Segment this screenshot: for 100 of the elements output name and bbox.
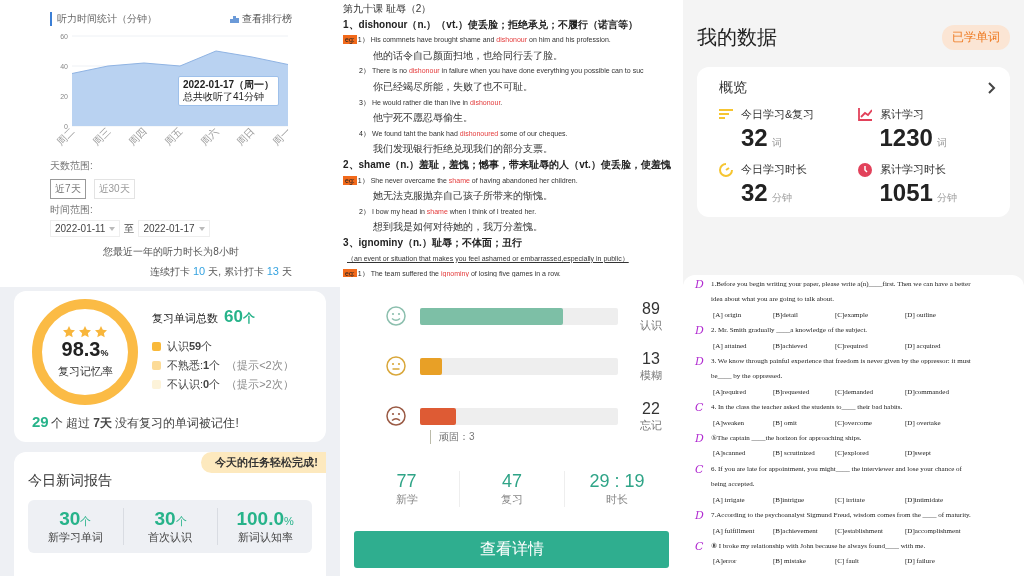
total-count: 60个 bbox=[224, 307, 255, 327]
total-label: 新学 bbox=[395, 492, 418, 507]
start-date-field[interactable]: 2022-01-11 bbox=[50, 220, 121, 237]
recall-count: 22 bbox=[642, 399, 660, 418]
example-translation: 她无法克服抛弃自己孩子所带来的惭愧。 bbox=[372, 189, 554, 204]
memory-rate-label: 复习记忆率 bbox=[57, 363, 113, 379]
sad-face-icon bbox=[386, 406, 406, 426]
handwritten-answer: C bbox=[695, 538, 705, 555]
handwritten-answer: D bbox=[695, 508, 705, 524]
recall-count: 89 bbox=[642, 299, 660, 318]
listening-summary: 您最近一年的听力时长为8小时 bbox=[102, 245, 240, 259]
legend-label: 不熟悉:1个 bbox=[167, 358, 221, 373]
chevron-right-icon[interactable] bbox=[988, 82, 996, 94]
ranking-link[interactable]: 查看排行榜 bbox=[230, 12, 292, 26]
legend-label: 不认识:0个 bbox=[167, 377, 221, 392]
stat-label: 累计学习 bbox=[879, 107, 924, 122]
task-badge: 今天的任务轻松完成! bbox=[201, 452, 326, 473]
retained-count: 29 bbox=[32, 413, 49, 430]
stat-label: 首次认识 bbox=[148, 530, 193, 545]
total-value: 47 bbox=[502, 471, 522, 492]
axis-label: 周一 bbox=[270, 125, 292, 148]
legend-hint: （提示<2次） bbox=[226, 358, 294, 373]
total-value: 29 : 19 bbox=[589, 471, 645, 492]
recall-label: 忘记 bbox=[640, 417, 662, 433]
axis-label: 周五 bbox=[162, 125, 185, 148]
handwritten-answer: D bbox=[695, 323, 705, 339]
gauge-icon bbox=[719, 162, 733, 177]
streak-text: 天 bbox=[282, 265, 292, 279]
field-label: 时间范围: bbox=[50, 203, 94, 217]
clock-icon bbox=[857, 162, 872, 177]
example-translation: 他宁死不愿忍辱偷生。 bbox=[372, 111, 474, 126]
podium-icon bbox=[230, 15, 239, 23]
stat-value: 32 bbox=[741, 124, 768, 152]
legend-hint: （提示>2次） bbox=[226, 377, 294, 392]
word-heading: 2、shame（n.）羞耻，羞愧；憾事，带来耻辱的人（vt.）使丢脸，使羞愧 bbox=[343, 157, 672, 172]
stat-value: 1230 bbox=[879, 124, 933, 152]
example-translation: 他的话令自己颜面扫地，也给同行丢了脸。 bbox=[372, 48, 564, 63]
memory-rate: 98.3% bbox=[61, 337, 109, 362]
total-value: 77 bbox=[396, 471, 417, 492]
axis-label: 周六 bbox=[198, 125, 221, 148]
legend-label: 认识59个 bbox=[167, 339, 213, 354]
card-title: 概览 bbox=[719, 79, 747, 97]
stat-label: 新词认知率 bbox=[237, 530, 293, 545]
details-button[interactable]: 查看详情 bbox=[354, 531, 669, 568]
example-translation: 想到我是如何对待她的，我万分羞愧。 bbox=[372, 220, 544, 235]
handwritten-answer: D bbox=[695, 354, 705, 370]
streak-days: 10 bbox=[192, 265, 206, 277]
stat-value: 1051 bbox=[879, 179, 933, 207]
smiley-face-icon bbox=[386, 306, 406, 326]
caret-icon bbox=[109, 226, 116, 231]
axis-label: 周日 bbox=[234, 125, 257, 148]
stubborn-note: 顽固：3 bbox=[430, 430, 475, 444]
line-chart-icon bbox=[857, 108, 872, 121]
word-heading: 1、dishonour（n.）（vt.）使丢脸；拒绝承兑；不履行（诺言等） bbox=[343, 17, 639, 32]
lesson-title: 第九十课 耻辱（2） bbox=[343, 2, 433, 16]
stat-label: 累计学习时长 bbox=[879, 162, 946, 177]
new-words-title: 今日新词报告 bbox=[28, 472, 113, 490]
caret-icon bbox=[198, 226, 205, 231]
neutral-face-icon bbox=[386, 356, 406, 376]
stat-label: 今日学习&复习 bbox=[741, 107, 815, 122]
handwritten-answer: C bbox=[695, 400, 705, 416]
handwritten-answer: D bbox=[695, 431, 705, 447]
field-label: 天数范围: bbox=[50, 159, 94, 173]
stat-label: 新学习单词 bbox=[47, 530, 103, 545]
range-option[interactable]: 近30天 bbox=[93, 179, 135, 199]
stat-value: 30个 bbox=[59, 508, 92, 530]
stat-label: 今日学习时长 bbox=[741, 162, 807, 177]
example-translation: 我们发现银行拒绝兑现我们的部分支票。 bbox=[372, 142, 554, 157]
stat-unit: 分钟 bbox=[771, 191, 792, 205]
streak-text: 连续打卡 bbox=[149, 265, 190, 279]
stat-value: 100.0% bbox=[236, 508, 294, 530]
word-heading: 3、ignominy（n.）耻辱；不体面；丑行 bbox=[343, 235, 523, 250]
stat-unit: 分钟 bbox=[936, 191, 957, 205]
axis-label: 周四 bbox=[126, 125, 149, 148]
total-label: 复习单词总数 bbox=[152, 311, 218, 326]
star-icon bbox=[63, 325, 75, 338]
range-option[interactable]: 近7天 bbox=[50, 179, 86, 199]
stat-value: 30个 bbox=[154, 508, 187, 530]
date-separator: 至 bbox=[124, 221, 135, 236]
recall-count: 13 bbox=[642, 349, 660, 368]
total-label: 时长 bbox=[606, 492, 628, 507]
star-icon bbox=[79, 325, 91, 338]
streak-text: 天, 累计打卡 bbox=[208, 265, 264, 279]
star-icon bbox=[95, 325, 107, 338]
total-days: 13 bbox=[266, 265, 279, 277]
handwritten-answer: D bbox=[695, 277, 705, 293]
page-title: 我的数据 bbox=[697, 25, 777, 50]
total-label: 复习 bbox=[501, 492, 523, 507]
example-translation: 你已经竭尽所能，失败了也不可耻。 bbox=[372, 79, 534, 94]
stat-unit: 词 bbox=[771, 136, 782, 150]
handwritten-answer: C bbox=[695, 461, 705, 478]
chart-tooltip: 2022-01-17（周一） 总共收听了41分钟 bbox=[178, 76, 280, 106]
bars-icon bbox=[719, 108, 733, 121]
chart-title: 听力时间统计（分钟） bbox=[50, 12, 157, 26]
stat-value: 32 bbox=[741, 179, 768, 207]
stat-unit: 词 bbox=[936, 136, 947, 150]
recall-label: 认识 bbox=[640, 317, 662, 333]
end-date-field[interactable]: 2022-01-17 bbox=[138, 220, 210, 237]
axis-label: 周三 bbox=[90, 125, 113, 148]
recall-label: 模糊 bbox=[640, 367, 662, 383]
